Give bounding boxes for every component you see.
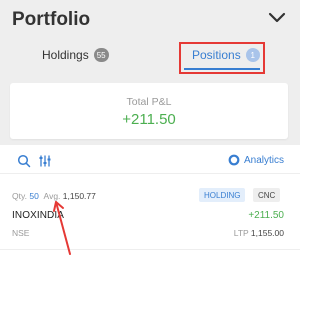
positions-toolbar: Analytics (0, 148, 300, 174)
annotation-arrow-icon (53, 201, 71, 255)
product-tag: CNC (253, 188, 281, 202)
filter-icon[interactable] (38, 154, 52, 168)
exchange-label: NSE (12, 228, 30, 238)
tab-holdings[interactable]: Holdings 55 (42, 48, 109, 62)
total-pnl-value: +211.50 (122, 111, 176, 128)
ltp-value: 1,155.00 (250, 228, 284, 238)
total-pnl-card: Total P&L +211.50 (10, 83, 288, 139)
ltp-label: LTP (233, 228, 249, 238)
highlight-box-annotation (179, 42, 265, 74)
chevron-down-icon[interactable] (268, 12, 286, 24)
analytics-button[interactable]: Analytics (228, 154, 284, 166)
page-title: Portfolio (12, 9, 91, 30)
holding-tag: HOLDING (199, 188, 246, 202)
position-row[interactable]: Qty. 50 Avg. 1,150.77 HOLDING CNC INOXIN… (0, 180, 300, 250)
tab-holdings-label: Holdings (42, 48, 89, 62)
total-pnl-label: Total P&L (126, 96, 172, 108)
qty-value: 50 (29, 191, 39, 201)
holdings-count-badge: 55 (93, 48, 109, 62)
analytics-icon (228, 154, 240, 166)
position-pnl: +211.50 (248, 210, 284, 221)
last-traded-price: LTP 1,155.00 (234, 228, 284, 238)
search-icon[interactable] (17, 154, 31, 168)
qty-label: Qty. (12, 191, 27, 201)
analytics-label: Analytics (243, 154, 284, 166)
